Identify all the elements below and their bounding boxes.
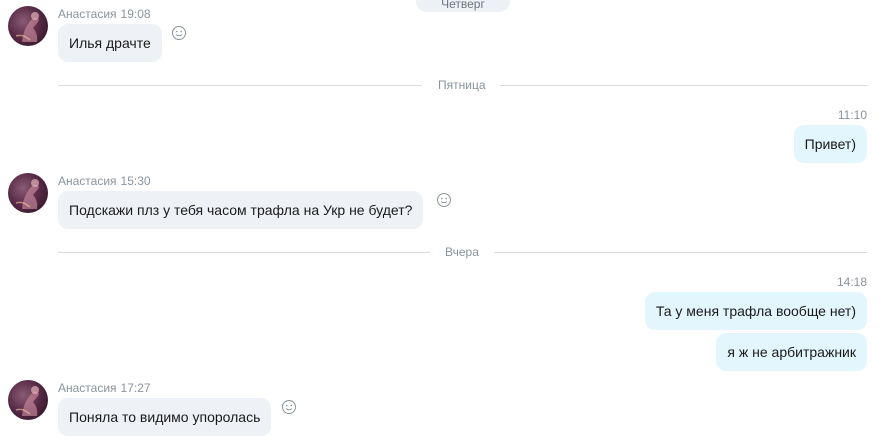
emoji-reaction-icon[interactable] [436, 192, 452, 208]
date-divider: Пятница [58, 78, 867, 92]
avatar[interactable] [8, 380, 48, 420]
divider-label: Вчера [445, 245, 479, 259]
message-text: Поняла то видимо упоролась [69, 409, 261, 425]
divider-label: Пятница [438, 78, 486, 92]
outgoing-message-time: 14:18 [836, 275, 867, 289]
message-text: Та у меня трафла вообще нет) [655, 303, 856, 319]
message-time: 15:30 [120, 174, 151, 188]
avatar-image [15, 12, 39, 42]
message-text: я ж не арбитражник [727, 344, 856, 360]
avatar[interactable] [8, 6, 48, 46]
divider-line-right [500, 85, 867, 86]
message-sender-header: Анастасия 15:30 [58, 174, 151, 188]
message-bubble-outgoing[interactable]: Та у меня трафла вообще нет) [644, 292, 867, 330]
message-text: Подскажи плз у тебя часом трафла на Укр … [69, 202, 413, 218]
message-sender-header: Анастасия 17:27 [58, 381, 151, 395]
sender-name[interactable]: Анастасия [58, 7, 117, 21]
message-time: 17:27 [120, 381, 151, 395]
divider-line-left [58, 85, 422, 86]
divider-line-right [494, 252, 867, 253]
emoji-reaction-icon[interactable] [171, 25, 187, 41]
message-text: Привет) [804, 136, 856, 152]
message-text: Илья драчте [69, 35, 151, 51]
message-bubble-incoming[interactable]: Подскажи плз у тебя часом трафла на Укр … [58, 191, 424, 229]
message-bubble-incoming[interactable]: Илья драчте [58, 24, 162, 62]
message-bubble-incoming[interactable]: Поняла то видимо упоролась [58, 398, 272, 436]
sender-name[interactable]: Анастасия [58, 174, 117, 188]
sender-name[interactable]: Анастасия [58, 381, 117, 395]
outgoing-message-time: 11:10 [837, 108, 867, 122]
message-bubble-outgoing[interactable]: Привет) [793, 125, 867, 163]
emoji-reaction-icon[interactable] [281, 399, 297, 415]
avatar-image [15, 179, 39, 209]
message-sender-header: Анастасия 19:08 [58, 7, 151, 21]
message-time: 19:08 [120, 7, 151, 21]
avatar-image [15, 386, 39, 416]
divider-line-left [58, 252, 430, 253]
message-bubble-outgoing[interactable]: я ж не арбитражник [716, 333, 867, 371]
date-separator-pill: Четверг [416, 0, 510, 12]
avatar[interactable] [8, 173, 48, 213]
date-divider: Вчера [58, 245, 867, 259]
